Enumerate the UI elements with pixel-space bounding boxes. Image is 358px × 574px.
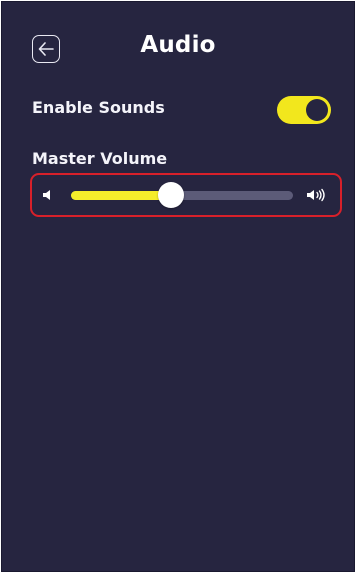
toggle-knob [306, 99, 328, 121]
master-volume-label: Master Volume [32, 149, 168, 168]
volume-slider-thumb[interactable] [157, 182, 184, 208]
volume-slider-fill [71, 191, 171, 200]
volume-high-icon[interactable] [306, 188, 326, 202]
volume-slider-track[interactable] [71, 182, 293, 208]
enable-sounds-label: Enable Sounds [32, 98, 165, 117]
audio-settings-screen: Audio Enable Sounds Master Volume [1, 1, 355, 572]
enable-sounds-toggle[interactable] [277, 96, 331, 124]
master-volume-control [30, 173, 342, 217]
volume-low-icon[interactable] [41, 188, 55, 202]
page-title: Audio [140, 32, 216, 58]
